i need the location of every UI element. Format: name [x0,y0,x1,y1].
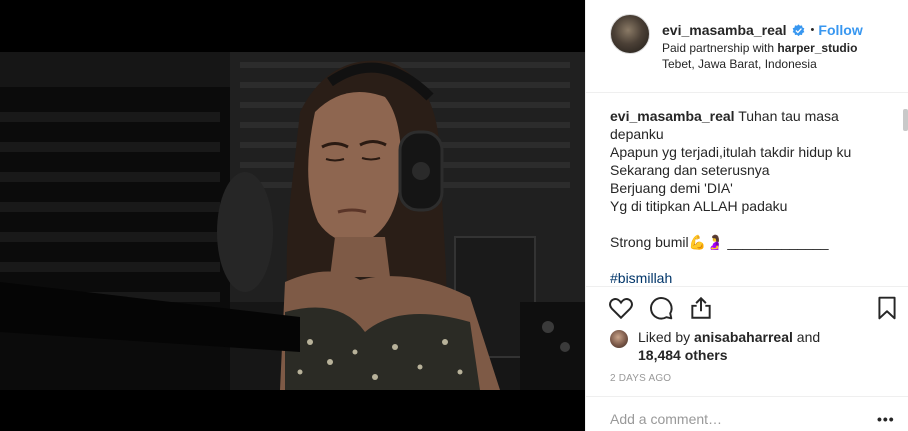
caption-scrollbar[interactable] [903,109,908,131]
post-caption: evi_masamba_real Tuhan tau masa depanku … [610,107,890,285]
location-link[interactable]: Tebet, Jawa Barat, Indonesia [662,57,817,71]
caption-line: Yg di titipkan ALLAH padaku [610,198,788,214]
post-media[interactable] [0,0,585,431]
hashtag-link[interactable]: #bismillah [610,269,890,285]
author-username[interactable]: evi_masamba_real [662,22,787,38]
post-photo[interactable] [0,52,585,390]
heart-icon[interactable] [608,295,634,321]
liker-avatar[interactable] [610,330,628,348]
caption-first-text: Tuhan tau masa [738,108,839,124]
caption-line: Sekarang dan seterusnya [610,162,770,178]
caption-line: Berjuang demi 'DIA' [610,180,733,196]
comment-input[interactable]: Add a comment… [610,411,722,427]
liker-username[interactable]: anisabaharreal [694,329,793,345]
author-avatar[interactable] [610,14,650,54]
likes-text: Liked by anisabaharreal and 18,484 other… [638,328,820,364]
share-icon[interactable] [688,295,714,321]
comment-bar: Add a comment… ••• [586,396,908,431]
photo-illustration [0,52,585,390]
likes-summary: Liked by anisabaharreal and 18,484 other… [610,328,900,366]
likes-others-link[interactable]: 18,484 others [638,347,728,363]
bookmark-icon[interactable] [874,295,900,321]
post-header: evi_masamba_real • Follow Paid partnersh… [586,0,908,93]
likes-connector: and [796,329,821,345]
author-row: evi_masamba_real • Follow [662,21,863,39]
partnership-prefix: Paid partnership with [662,41,775,55]
more-options-button[interactable]: ••• [877,411,895,427]
caption-username[interactable]: evi_masamba_real [610,108,735,124]
post-side-panel: evi_masamba_real • Follow Paid partnersh… [585,0,908,431]
paid-partnership-label: Paid partnership with harper_studio [662,41,857,55]
post-timestamp[interactable]: 2 DAYS AGO [610,373,671,384]
caption-line: depanku [610,126,664,142]
likes-prefix: Liked by [638,329,691,345]
partner-link[interactable]: harper_studio [777,41,857,55]
follow-button[interactable]: Follow [818,22,862,38]
caption-first-line: evi_masamba_real Tuhan tau masa [610,107,890,125]
verified-badge-icon [792,23,804,36]
caption-strong-line: Strong bumil💪🤰 _____________ [610,234,829,250]
post-actions [586,286,908,326]
caption-line: Apapun yg terjadi,itulah takdir hidup ku [610,144,852,160]
comment-icon[interactable] [648,295,674,321]
separator-dot: • [810,24,815,36]
